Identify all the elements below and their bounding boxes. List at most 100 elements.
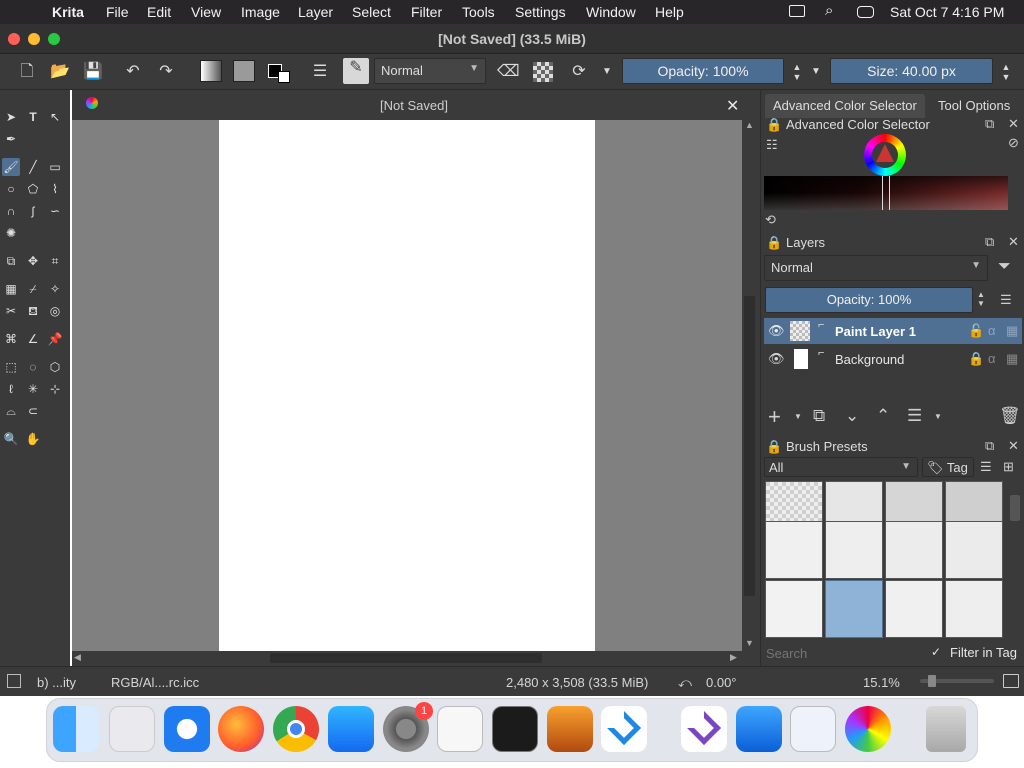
filter-in-tag-checkbox[interactable]: ✓	[931, 645, 941, 659]
zoom-slider[interactable]	[920, 675, 994, 687]
duplicate-layer-icon[interactable]: ⧉	[813, 406, 825, 426]
eraser-mode-icon[interactable]: ⌫	[497, 62, 520, 82]
add-layer-chevron-icon[interactable]: ▼	[794, 412, 802, 421]
brush-storage-icon[interactable]: ⊞	[1003, 459, 1014, 475]
menu-window[interactable]: Window	[586, 4, 636, 20]
layer-name[interactable]: Background	[835, 352, 904, 367]
fg-bg-color-icon[interactable]	[268, 58, 294, 84]
similar-color-selection-icon[interactable]: ⊹	[46, 380, 64, 398]
brush-preset-item[interactable]	[945, 521, 1003, 579]
status-zoom-value[interactable]: 15.1%	[863, 675, 900, 690]
brush-tag-filter-dropdown[interactable]: All ▼	[764, 457, 918, 477]
polyline-tool-icon[interactable]: ⌇	[46, 180, 64, 198]
brush-preset-item[interactable]	[885, 521, 943, 579]
brush-presets-scrollbar[interactable]	[1008, 481, 1022, 639]
brush-preset-item[interactable]	[945, 580, 1003, 638]
menu-app-name[interactable]: Krita	[52, 4, 84, 20]
menu-view[interactable]: View	[191, 4, 221, 20]
pan-tool-icon[interactable]: ✋	[24, 430, 42, 448]
rectangle-tool-icon[interactable]: ▭	[46, 158, 64, 176]
lock-brush-docker-icon[interactable]: 🔒	[766, 439, 782, 455]
alpha-inherit-icon[interactable]: ▦	[1006, 351, 1018, 367]
open-document-icon[interactable]: 📂	[50, 62, 70, 82]
garageband-icon[interactable]	[547, 706, 593, 752]
freehand-brush-tool-icon[interactable]: 🖌	[2, 158, 20, 176]
preview-icon[interactable]	[790, 706, 836, 752]
float-brush-docker-icon[interactable]: ⧉	[985, 438, 994, 454]
gradient-tool-icon[interactable]: ▦	[2, 280, 20, 298]
color-picker-tool-icon[interactable]: ⌿	[24, 280, 42, 298]
menu-image[interactable]: Image	[241, 4, 280, 20]
reload-preset-icon[interactable]: ⟳	[569, 62, 589, 82]
brush-preset-item[interactable]	[765, 521, 823, 579]
app-store-icon[interactable]	[328, 706, 374, 752]
menubar-clock[interactable]: Sat Oct 7 4:16 PM	[890, 4, 1004, 20]
enclose-fill-tool-icon[interactable]: ◎	[46, 302, 64, 320]
cloud-app-icon[interactable]	[736, 706, 782, 752]
alpha-lock-icon[interactable]: α	[988, 323, 996, 338]
alpha-lock-icon[interactable]: α	[988, 351, 996, 366]
fill-tool-icon[interactable]: ⛾	[24, 302, 42, 320]
measure-tool-icon[interactable]: ∠	[24, 330, 42, 348]
reference-images-tool-icon[interactable]: 📌	[46, 330, 64, 348]
select-shapes-tool-icon[interactable]: ➤	[2, 108, 20, 126]
menu-layer[interactable]: Layer	[298, 4, 333, 20]
dynamic-brush-tool-icon[interactable]: ∽	[46, 202, 64, 220]
close-document-icon[interactable]: ✕	[726, 96, 739, 116]
tab-tool-options[interactable]: Tool Options	[930, 94, 1018, 118]
layer-properties-icon[interactable]: ☰	[907, 406, 922, 426]
line-tool-icon[interactable]: ╱	[24, 158, 42, 176]
canvas-vertical-scrollbar[interactable]: ▲ ▼	[742, 120, 758, 651]
finder-icon[interactable]	[53, 706, 99, 752]
pattern-icon[interactable]	[233, 60, 255, 82]
edit-shapes-tool-icon[interactable]: ↖	[46, 108, 64, 126]
gradient-icon[interactable]	[200, 60, 222, 82]
trash-icon[interactable]	[926, 706, 966, 752]
clear-color-history-icon[interactable]: ⊘	[1008, 135, 1019, 151]
brush-preset-item[interactable]	[885, 580, 943, 638]
scroll-right-arrow-icon[interactable]: ▶	[730, 652, 737, 663]
brush-preset-icon[interactable]: ✎	[343, 58, 369, 84]
calligraphy-tool-icon[interactable]: ✒	[2, 130, 20, 148]
visibility-eye-icon[interactable]: 👁	[768, 323, 785, 339]
horizontal-scroll-thumb[interactable]	[270, 653, 542, 663]
lock-layer-icon[interactable]: 🔓	[968, 323, 984, 339]
brush-view-mode-icon[interactable]: ☰	[980, 459, 992, 475]
brush-preset-item[interactable]	[825, 521, 883, 579]
smart-patch-tool-icon[interactable]: ✂	[2, 302, 20, 320]
color-shade-selector[interactable]	[764, 176, 1008, 210]
opacity-spin-icon[interactable]: ▲ ▼	[787, 62, 807, 82]
move-tool-icon[interactable]: ✥	[24, 252, 42, 270]
opacity-slider[interactable]: Opacity: 100%	[622, 58, 784, 84]
scroll-up-arrow-icon[interactable]: ▲	[745, 120, 754, 130]
layer-opacity-spin-icon[interactable]: ▲ ▼	[977, 290, 985, 308]
delete-layer-icon[interactable]: 🗑	[999, 406, 1021, 426]
canvas-document[interactable]	[219, 120, 595, 651]
canvas-fit-icon[interactable]	[1003, 674, 1019, 688]
canvas-horizontal-scrollbar[interactable]: ◀ ▶	[72, 651, 742, 665]
move-layer-up-icon[interactable]: ⌃	[876, 406, 890, 426]
close-layers-docker-icon[interactable]: ✕	[1008, 234, 1019, 250]
tab-advanced-color-selector[interactable]: Advanced Color Selector	[765, 94, 925, 118]
layer-opacity-slider[interactable]: Opacity: 100%	[765, 287, 973, 313]
visibility-eye-icon[interactable]: 👁	[768, 351, 785, 367]
vertical-scroll-thumb[interactable]	[744, 296, 755, 596]
save-document-icon[interactable]: 💾	[83, 62, 103, 82]
filter-layers-icon[interactable]: ⏷	[998, 258, 1011, 276]
assistant-tool-icon[interactable]: ⌘	[2, 330, 20, 348]
menu-select[interactable]: Select	[352, 4, 391, 20]
brush-editor-icon[interactable]: ☰	[310, 62, 330, 82]
status-rotation[interactable]: 0.00°	[706, 675, 737, 690]
brush-tag-button[interactable]: 🏷 Tag	[922, 457, 974, 477]
float-docker-icon[interactable]: ⧉	[985, 116, 994, 132]
colorize-mask-tool-icon[interactable]: ✧	[46, 280, 64, 298]
brush-preset-item[interactable]	[765, 580, 823, 638]
new-document-icon[interactable]: 🗋	[17, 62, 37, 82]
undo-icon[interactable]: ↶	[123, 62, 143, 82]
alpha-inherit-icon[interactable]: ▦	[1006, 323, 1018, 339]
multibrush-tool-icon[interactable]: ✺	[2, 224, 20, 242]
text-tool-icon[interactable]: T	[24, 108, 42, 126]
scroll-left-arrow-icon[interactable]: ◀	[74, 652, 81, 663]
transform-tool-icon[interactable]: ⧉	[2, 252, 20, 270]
screen-mirroring-icon[interactable]	[789, 5, 805, 17]
